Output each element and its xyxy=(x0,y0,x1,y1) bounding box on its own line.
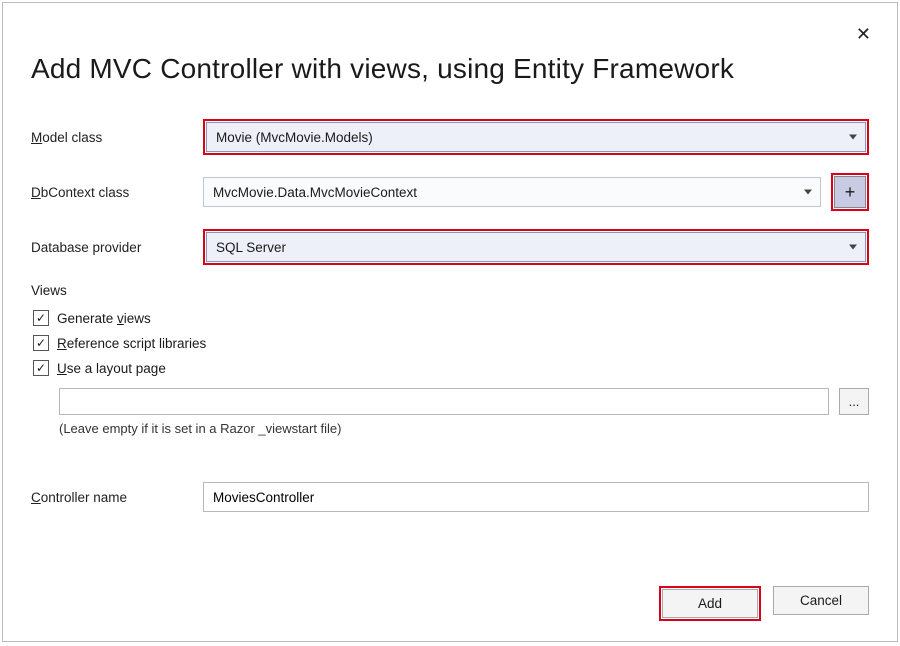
chevron-down-icon xyxy=(849,245,857,250)
cancel-button[interactable]: Cancel xyxy=(773,586,869,615)
dbcontext-label: DbContext class xyxy=(31,185,203,200)
dialog-button-row: Add Cancel xyxy=(659,586,869,621)
dialog-title: Add MVC Controller with views, using Ent… xyxy=(31,53,869,85)
generate-views-label[interactable]: Generate views xyxy=(57,311,151,326)
generate-views-checkbox[interactable]: ✓ xyxy=(33,310,49,326)
controller-name-label: Controller name xyxy=(31,490,203,505)
layout-hint: (Leave empty if it is set in a Razor _vi… xyxy=(59,421,869,436)
controller-name-input[interactable] xyxy=(203,482,869,512)
model-class-dropdown[interactable]: Movie (MvcMovie.Models) xyxy=(206,122,866,152)
add-button[interactable]: Add xyxy=(662,589,758,618)
layout-page-row: ... xyxy=(59,388,869,415)
controller-name-row: Controller name xyxy=(31,482,869,512)
database-provider-label: Database provider xyxy=(31,240,203,255)
dbcontext-row: DbContext class MvcMovie.Data.MvcMovieCo… xyxy=(31,173,869,211)
reference-scripts-checkbox[interactable]: ✓ xyxy=(33,335,49,351)
close-icon[interactable]: ✕ xyxy=(856,25,871,43)
model-class-value: Movie (MvcMovie.Models) xyxy=(216,130,373,145)
dbcontext-dropdown[interactable]: MvcMovie.Data.MvcMovieContext xyxy=(203,177,821,207)
model-class-label: Model class xyxy=(31,130,203,145)
plus-icon: + xyxy=(845,182,856,203)
dialog-container: ✕ Add MVC Controller with views, using E… xyxy=(2,2,898,642)
views-section-header: Views xyxy=(31,283,869,298)
use-layout-checkbox[interactable]: ✓ xyxy=(33,360,49,376)
generate-views-row: ✓ Generate views xyxy=(31,310,869,326)
chevron-down-icon xyxy=(804,190,812,195)
highlight-plus: + xyxy=(831,173,869,211)
reference-scripts-row: ✓ Reference script libraries xyxy=(31,335,869,351)
highlight-model-class: Movie (MvcMovie.Models) xyxy=(203,119,869,155)
highlight-database-provider: SQL Server xyxy=(203,229,869,265)
use-layout-row: ✓ Use a layout page xyxy=(31,360,869,376)
chevron-down-icon xyxy=(849,135,857,140)
check-icon: ✓ xyxy=(36,361,46,375)
dbcontext-value: MvcMovie.Data.MvcMovieContext xyxy=(213,185,417,200)
reference-scripts-label[interactable]: Reference script libraries xyxy=(57,336,206,351)
database-provider-dropdown[interactable]: SQL Server xyxy=(206,232,866,262)
browse-layout-button[interactable]: ... xyxy=(839,388,869,415)
layout-page-input[interactable] xyxy=(59,388,829,415)
database-provider-row: Database provider SQL Server xyxy=(31,229,869,265)
use-layout-label[interactable]: Use a layout page xyxy=(57,361,166,376)
add-dbcontext-button[interactable]: + xyxy=(834,176,866,208)
ellipsis-icon: ... xyxy=(849,394,860,409)
database-provider-value: SQL Server xyxy=(216,240,286,255)
model-class-row: Model class Movie (MvcMovie.Models) xyxy=(31,119,869,155)
check-icon: ✓ xyxy=(36,336,46,350)
check-icon: ✓ xyxy=(36,311,46,325)
highlight-add-button: Add xyxy=(659,586,761,621)
